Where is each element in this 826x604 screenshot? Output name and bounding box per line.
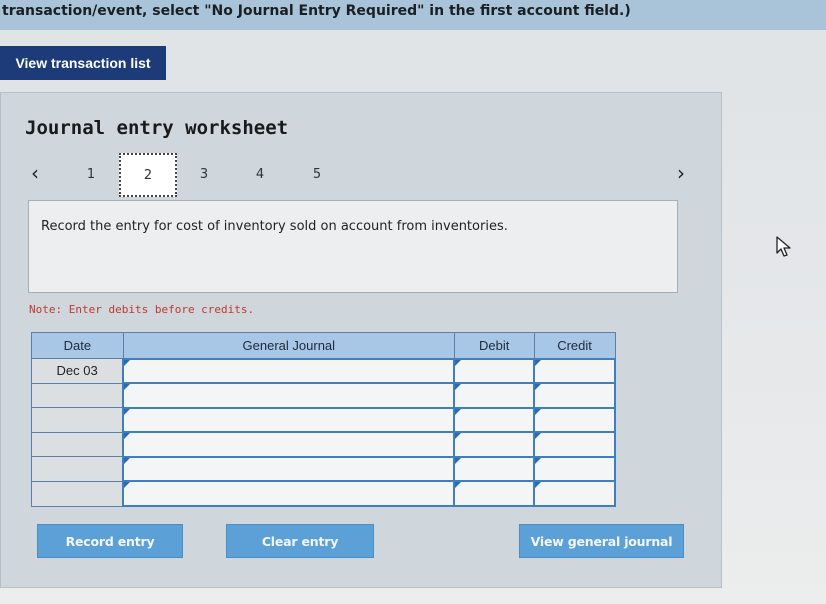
step-2-active[interactable]: 2 xyxy=(119,153,177,197)
date-cell xyxy=(31,407,124,433)
date-cell xyxy=(31,382,124,409)
credit-field[interactable] xyxy=(533,431,616,458)
journal-entry-table: Date General Journal Debit Credit Dec 03 xyxy=(31,332,616,508)
instruction-heading: transaction/event, select "No Journal En… xyxy=(2,3,631,19)
view-transaction-list-button[interactable]: View transaction list xyxy=(0,46,166,80)
account-field[interactable] xyxy=(122,480,456,508)
top-instruction-strip: transaction/event, select "No Journal En… xyxy=(0,0,826,30)
column-header-debit: Debit xyxy=(453,332,535,359)
debit-field[interactable] xyxy=(453,480,536,508)
chevron-right-icon[interactable]: › xyxy=(671,161,691,185)
account-field[interactable] xyxy=(122,431,456,458)
table-header-row: Date General Journal Debit Credit xyxy=(31,332,616,359)
column-header-date: Date xyxy=(31,332,124,359)
table-row xyxy=(31,431,616,458)
debit-field[interactable] xyxy=(453,431,536,458)
journal-entry-worksheet-panel: Journal entry worksheet ‹ 1 2 3 4 5 › Re… xyxy=(0,92,722,588)
account-field[interactable] xyxy=(122,357,456,385)
debit-field[interactable] xyxy=(453,357,536,385)
worksheet-title: Journal entry worksheet xyxy=(25,117,289,139)
date-cell xyxy=(31,456,124,482)
step-4[interactable]: 4 xyxy=(248,163,272,185)
column-header-general-journal: General Journal xyxy=(122,332,455,359)
table-row xyxy=(31,455,616,483)
record-entry-button[interactable]: Record entry xyxy=(37,524,183,558)
credit-field[interactable] xyxy=(533,357,616,385)
view-general-journal-button[interactable]: View general journal xyxy=(519,524,684,558)
account-field[interactable] xyxy=(122,406,456,434)
table-row xyxy=(31,382,616,409)
instruction-box: Record the entry for cost of inventory s… xyxy=(28,200,678,293)
chevron-left-icon[interactable]: ‹ xyxy=(25,161,45,185)
table-row: Dec 03 xyxy=(31,357,616,385)
debit-field[interactable] xyxy=(453,455,536,483)
credit-field[interactable] xyxy=(533,455,616,483)
credit-field[interactable] xyxy=(533,382,616,409)
account-field[interactable] xyxy=(122,382,456,409)
date-cell: Dec 03 xyxy=(31,358,124,384)
mouse-pointer-icon xyxy=(776,236,791,257)
step-5[interactable]: 5 xyxy=(305,163,329,185)
step-3[interactable]: 3 xyxy=(192,163,216,185)
step-1[interactable]: 1 xyxy=(79,163,103,185)
credit-field[interactable] xyxy=(533,406,616,434)
date-cell xyxy=(31,431,124,458)
column-header-credit: Credit xyxy=(533,332,616,359)
clear-entry-button[interactable]: Clear entry xyxy=(226,524,374,558)
debits-credits-note: Note: Enter debits before credits. xyxy=(29,303,255,316)
debit-field[interactable] xyxy=(453,406,536,434)
table-row xyxy=(31,480,616,508)
debit-field[interactable] xyxy=(453,382,536,409)
table-row xyxy=(31,406,616,434)
instruction-text: Record the entry for cost of inventory s… xyxy=(41,219,508,234)
credit-field[interactable] xyxy=(533,480,616,508)
date-cell xyxy=(31,480,124,507)
account-field[interactable] xyxy=(122,455,456,483)
